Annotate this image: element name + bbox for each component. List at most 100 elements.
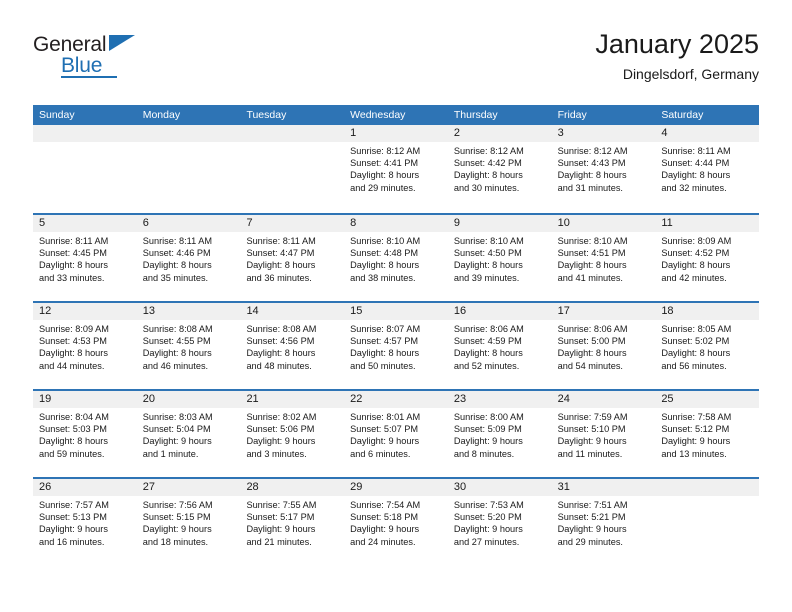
calendar-day-cell[interactable]: 9 Sunrise: 8:10 AM Sunset: 4:50 PM Daylight…	[447, 215, 552, 301]
day-sunset-text: Sunset: 4:46 PM	[142, 248, 211, 259]
day-number	[136, 125, 241, 142]
calendar-week-row: 12 Sunrise: 8:09 AM Sunset: 4:53 PM Dayligh…	[33, 301, 760, 389]
day-number: 26	[33, 479, 137, 496]
day-number	[240, 125, 345, 142]
day-daylight-line1-text: Daylight: 9 hours	[142, 436, 212, 447]
weekday-header-monday: Monday	[142, 109, 181, 121]
calendar-day-cell[interactable]: 19 Sunrise: 8:04 AM Sunset: 5:03 PM Dayligh…	[33, 391, 137, 477]
day-info: Sunrise: 7:58 AM Sunset: 5:12 PM Daylight:…	[655, 408, 759, 460]
day-daylight-line2-text: and 59 minutes.	[39, 448, 105, 459]
calendar-day-cell[interactable]: 3 Sunrise: 8:12 AM Sunset: 4:43 PM Daylight…	[551, 125, 656, 213]
day-sunset-text: Sunset: 4:50 PM	[453, 248, 522, 259]
day-daylight-line2-text: and 44 minutes.	[39, 360, 105, 371]
day-info: Sunrise: 8:11 AM Sunset: 4:44 PM Daylight:…	[655, 142, 759, 194]
calendar-page: General Blue January 2025 Dingelsdorf, G…	[0, 0, 792, 612]
day-daylight-line2-text: and 16 minutes.	[39, 536, 105, 547]
day-daylight-line1-text: Daylight: 8 hours	[39, 436, 108, 447]
logo-text-general: General	[33, 33, 107, 56]
day-daylight-line2-text: and 41 minutes.	[557, 272, 623, 283]
calendar-day-cell[interactable]: 6 Sunrise: 8:11 AM Sunset: 4:46 PM Daylight…	[136, 215, 241, 301]
day-sunrise-text: Sunrise: 8:11 AM	[39, 236, 109, 246]
day-sunrise-text: Sunrise: 7:59 AM	[557, 412, 628, 422]
day-info: Sunrise: 8:06 AM Sunset: 4:59 PM Daylight:…	[448, 320, 552, 372]
day-daylight-line2-text: and 8 minutes.	[453, 448, 515, 459]
day-daylight-line1-text: Daylight: 8 hours	[142, 260, 212, 271]
calendar-day-cell[interactable]: 31 Sunrise: 7:51 AM Sunset: 5:21 PM Dayligh…	[551, 479, 656, 565]
calendar-day-cell[interactable]: 8 Sunrise: 8:10 AM Sunset: 4:48 PM Daylight…	[344, 215, 448, 301]
weekday-header-friday: Friday	[557, 109, 587, 121]
day-sunrise-text: Sunrise: 8:00 AM	[453, 412, 524, 422]
calendar-day-cell[interactable]: 21 Sunrise: 8:02 AM Sunset: 5:06 PM Dayligh…	[240, 391, 345, 477]
calendar-day-cell[interactable]: 10 Sunrise: 8:10 AM Sunset: 4:51 PM Dayligh…	[551, 215, 656, 301]
day-sunrise-text: Sunrise: 8:08 AM	[142, 324, 213, 334]
day-daylight-line2-text: and 32 minutes.	[661, 182, 727, 193]
day-number: 15	[344, 303, 448, 320]
logo-triangle-icon	[109, 35, 135, 51]
calendar-day-cell[interactable]: 18 Sunrise: 8:05 AM Sunset: 5:02 PM Dayligh…	[655, 303, 760, 389]
day-sunset-text: Sunset: 5:10 PM	[557, 424, 626, 435]
day-sunset-text: Sunset: 4:52 PM	[661, 248, 730, 259]
generalblue-logo[interactable]: General Blue	[33, 28, 163, 80]
calendar-day-cell[interactable]: 30 Sunrise: 7:53 AM Sunset: 5:20 PM Dayligh…	[447, 479, 552, 565]
calendar-day-cell[interactable]: 23 Sunrise: 8:00 AM Sunset: 5:09 PM Dayligh…	[447, 391, 552, 477]
calendar-day-cell[interactable]: 25 Sunrise: 7:58 AM Sunset: 5:12 PM Dayligh…	[655, 391, 760, 477]
calendar-day-cell-empty	[240, 125, 345, 213]
day-sunrise-text: Sunrise: 7:56 AM	[142, 500, 213, 510]
day-sunrise-text: Sunrise: 8:11 AM	[661, 146, 731, 156]
calendar-day-cell[interactable]: 29 Sunrise: 7:54 AM Sunset: 5:18 PM Dayligh…	[344, 479, 448, 565]
day-info: Sunrise: 8:07 AM Sunset: 4:57 PM Daylight:…	[344, 320, 448, 372]
weekday-header-thursday: Thursday	[453, 109, 498, 121]
calendar-day-cell[interactable]: 12 Sunrise: 8:09 AM Sunset: 4:53 PM Dayligh…	[33, 303, 137, 389]
day-daylight-line2-text: and 35 minutes.	[142, 272, 209, 283]
calendar-day-cell[interactable]: 27 Sunrise: 7:56 AM Sunset: 5:15 PM Dayligh…	[136, 479, 241, 565]
calendar-day-cell[interactable]: 13 Sunrise: 8:08 AM Sunset: 4:55 PM Dayligh…	[136, 303, 241, 389]
day-number: 25	[655, 391, 760, 408]
calendar-day-cell[interactable]: 1 Sunrise: 8:12 AM Sunset: 4:41 PM Daylight…	[344, 125, 448, 213]
calendar-day-cell[interactable]: 15 Sunrise: 8:07 AM Sunset: 4:57 PM Dayligh…	[344, 303, 448, 389]
day-sunrise-text: Sunrise: 7:55 AM	[246, 500, 317, 510]
day-sunrise-text: Sunrise: 7:51 AM	[557, 500, 628, 510]
day-daylight-line2-text: and 13 minutes.	[661, 448, 727, 459]
calendar-grid: Sunday Monday Tuesday Wednesday Thursday Frid…	[33, 105, 760, 565]
day-number: 14	[240, 303, 345, 320]
day-daylight-line1-text: Daylight: 8 hours	[661, 348, 731, 359]
day-sunrise-text: Sunrise: 7:53 AM	[453, 500, 524, 510]
day-daylight-line1-text: Daylight: 8 hours	[453, 170, 523, 181]
day-sunrise-text: Sunrise: 8:07 AM	[350, 324, 421, 334]
calendar-day-cell[interactable]: 2 Sunrise: 8:12 AM Sunset: 4:42 PM Daylight…	[447, 125, 552, 213]
day-daylight-line2-text: and 36 minutes.	[246, 272, 312, 283]
day-info: Sunrise: 8:10 AM Sunset: 4:50 PM Daylight:…	[448, 232, 552, 284]
day-daylight-line2-text: and 50 minutes.	[350, 360, 416, 371]
day-info: Sunrise: 8:08 AM Sunset: 4:55 PM Daylight:…	[137, 320, 241, 372]
calendar-day-cell[interactable]: 14 Sunrise: 8:08 AM Sunset: 4:56 PM Dayligh…	[240, 303, 345, 389]
day-number: 30	[447, 479, 552, 496]
weekday-header-wednesday: Wednesday	[350, 109, 406, 121]
calendar-day-cell[interactable]: 24 Sunrise: 7:59 AM Sunset: 5:10 PM Dayligh…	[551, 391, 656, 477]
calendar-day-cell[interactable]: 11 Sunrise: 8:09 AM Sunset: 4:52 PM Dayligh…	[655, 215, 760, 301]
day-daylight-line1-text: Daylight: 8 hours	[142, 348, 212, 359]
day-daylight-line1-text: Daylight: 9 hours	[453, 524, 523, 535]
calendar-day-cell[interactable]: 20 Sunrise: 8:03 AM Sunset: 5:04 PM Dayligh…	[136, 391, 241, 477]
calendar-day-cell[interactable]: 22 Sunrise: 8:01 AM Sunset: 5:07 PM Dayligh…	[344, 391, 448, 477]
day-info: Sunrise: 8:10 AM Sunset: 4:51 PM Daylight:…	[552, 232, 656, 284]
calendar-day-cell[interactable]: 28 Sunrise: 7:55 AM Sunset: 5:17 PM Dayligh…	[240, 479, 345, 565]
day-number: 20	[136, 391, 241, 408]
day-number: 24	[551, 391, 656, 408]
day-sunset-text: Sunset: 5:07 PM	[350, 424, 419, 435]
day-number: 19	[33, 391, 137, 408]
calendar-day-cell[interactable]: 7 Sunrise: 8:11 AM Sunset: 4:47 PM Daylight…	[240, 215, 345, 301]
day-daylight-line1-text: Daylight: 8 hours	[557, 260, 627, 271]
day-number: 29	[344, 479, 448, 496]
day-daylight-line2-text: and 54 minutes.	[557, 360, 623, 371]
calendar-day-cell[interactable]: 26 Sunrise: 7:57 AM Sunset: 5:13 PM Dayligh…	[33, 479, 137, 565]
day-daylight-line1-text: Daylight: 8 hours	[557, 170, 627, 181]
calendar-day-cell[interactable]: 5 Sunrise: 8:11 AM Sunset: 4:45 PM Daylight…	[33, 215, 137, 301]
day-daylight-line2-text: and 31 minutes.	[557, 182, 623, 193]
day-daylight-line1-text: Daylight: 9 hours	[142, 524, 212, 535]
day-number: 1	[344, 125, 448, 142]
calendar-day-cell[interactable]: 16 Sunrise: 8:06 AM Sunset: 4:59 PM Dayligh…	[447, 303, 552, 389]
calendar-day-cell-empty	[655, 479, 760, 565]
calendar-day-cell[interactable]: 17 Sunrise: 8:06 AM Sunset: 5:00 PM Dayligh…	[551, 303, 656, 389]
calendar-day-cell[interactable]: 4 Sunrise: 8:11 AM Sunset: 4:44 PM Daylight…	[655, 125, 760, 213]
day-number: 12	[33, 303, 137, 320]
